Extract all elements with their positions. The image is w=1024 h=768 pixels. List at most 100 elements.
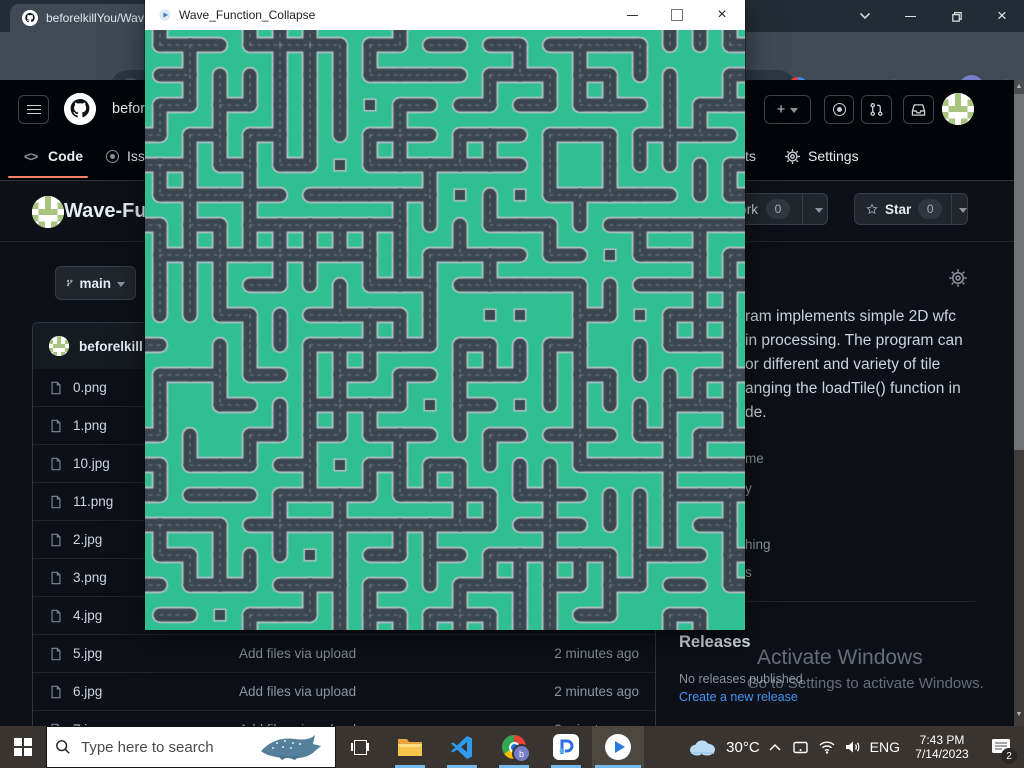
sketch-play-icon: [605, 734, 631, 760]
whale-shark-image: [255, 731, 327, 763]
about-gear-icon[interactable]: [948, 268, 968, 288]
start-button[interactable]: [0, 726, 46, 768]
tab-search-chevron-icon[interactable]: [850, 4, 880, 28]
taskbar-chrome[interactable]: b: [488, 726, 540, 768]
commit-time: 2 minutes ago: [554, 684, 639, 699]
pull-requests-button[interactable]: [861, 95, 892, 124]
scrollbar-track-lower[interactable]: [1014, 450, 1024, 726]
taskbar-processing[interactable]: [540, 726, 592, 768]
repo-avatar: [32, 196, 64, 228]
pull-request-icon: [869, 102, 884, 117]
repo-title[interactable]: Wave-Fu: [64, 200, 147, 223]
activate-windows-watermark: Activate Windows: [757, 646, 923, 670]
file-name[interactable]: 3.png: [73, 570, 107, 585]
tab-insights-fragment[interactable]: ts: [745, 148, 756, 164]
star-button[interactable]: Star 0: [854, 193, 968, 225]
tab-issues[interactable]: Iss: [127, 148, 145, 164]
tray-chevron-up-icon[interactable]: [769, 743, 783, 751]
tab-settings[interactable]: Settings: [808, 148, 859, 164]
browser-close-button[interactable]: ×: [987, 4, 1017, 28]
sidebar-link-readme[interactable]: me: [745, 451, 764, 466]
code-icon: <>: [24, 149, 37, 164]
file-icon: [49, 380, 63, 396]
file-name[interactable]: 6.jpg: [73, 684, 102, 699]
commit-message[interactable]: Add files via upload: [239, 684, 554, 699]
about-text-line: de.: [745, 404, 767, 422]
activate-windows-watermark-sub: Go to Settings to activate Windows.: [747, 675, 984, 692]
global-issues-button[interactable]: [824, 95, 854, 124]
taskbar: b 30°C: [0, 726, 1024, 768]
commit-author[interactable]: beforelkill: [79, 339, 143, 354]
page-scrollbar[interactable]: ▲ ▼: [1014, 80, 1024, 726]
system-tray: 30°C ENG 7:43 PM 7/14/2023 2: [687, 726, 1024, 768]
device-icon[interactable]: [792, 740, 809, 755]
create-new-button[interactable]: +: [764, 95, 811, 124]
wifi-icon[interactable]: [818, 740, 836, 754]
taskbar-clock[interactable]: 7:43 PM 7/14/2023: [909, 733, 975, 761]
create-release-link[interactable]: Create a new release: [679, 690, 798, 704]
file-name[interactable]: 2.jpg: [73, 532, 102, 547]
browser-restore-button[interactable]: [941, 4, 971, 28]
commit-message[interactable]: Add files via upload: [239, 646, 554, 661]
taskbar-wfc-sketch-active[interactable]: [592, 726, 644, 768]
clock-date: 7/14/2023: [909, 747, 975, 761]
wfc-window-titlebar[interactable]: Wave_Function_Collapse ×: [145, 0, 745, 30]
sidebar-divider: [745, 601, 975, 602]
github-logo[interactable]: [64, 93, 96, 125]
file-name[interactable]: 5.jpg: [73, 646, 102, 661]
screen: beforelkillYou/Wav × ← →: [0, 0, 1024, 768]
taskbar-vscode[interactable]: [436, 726, 488, 768]
active-tab-underline: [8, 176, 88, 178]
branch-selector-button[interactable]: main: [55, 266, 136, 300]
about-text-line: ram implements simple 2D wfc: [745, 308, 956, 326]
branch-icon: [66, 276, 73, 290]
user-avatar[interactable]: [942, 93, 974, 125]
star-label: Star: [885, 202, 911, 217]
wfc-app-window: Wave_Function_Collapse ×: [145, 0, 745, 630]
hamburger-menu-button[interactable]: [18, 95, 49, 124]
file-name[interactable]: 11.png: [73, 494, 113, 509]
temperature[interactable]: 30°C: [726, 739, 760, 756]
taskbar-search[interactable]: [46, 726, 336, 768]
search-icon: [55, 739, 71, 755]
scrollbar-thumb[interactable]: [1014, 94, 1024, 450]
weather-cloud-icon[interactable]: [687, 737, 717, 757]
breadcrumb-org[interactable]: befor: [112, 101, 145, 117]
github-favicon-icon: [22, 10, 38, 26]
notification-center-button[interactable]: 2: [984, 726, 1018, 768]
issues-icon: [106, 150, 119, 163]
clock-time: 7:43 PM: [909, 733, 975, 747]
commit-author-avatar: [49, 336, 69, 356]
volume-icon[interactable]: [845, 740, 861, 754]
file-name[interactable]: 1.png: [73, 418, 107, 433]
wfc-minimize-button[interactable]: [617, 0, 647, 30]
tab-code[interactable]: Code: [48, 148, 83, 164]
file-icon: [49, 646, 63, 662]
browser-minimize-button[interactable]: [895, 4, 925, 28]
wfc-canvas: [145, 30, 745, 630]
wfc-maximize-button[interactable]: [662, 0, 692, 30]
file-name[interactable]: 10.jpg: [73, 456, 110, 471]
file-name[interactable]: 0.png: [73, 380, 107, 395]
task-view-button[interactable]: [336, 726, 384, 768]
taskbar-file-explorer[interactable]: [384, 726, 436, 768]
file-icon: [49, 684, 63, 700]
sidebar-link-watching[interactable]: hing: [745, 537, 771, 552]
file-icon: [49, 532, 63, 548]
releases-heading[interactable]: Releases: [679, 633, 751, 652]
chrome-profile-badge: b: [512, 744, 531, 763]
language-indicator[interactable]: ENG: [870, 739, 900, 755]
file-name[interactable]: 4.jpg: [73, 608, 102, 623]
vscode-icon: [450, 735, 474, 759]
sidebar-link-activity[interactable]: y: [745, 481, 752, 496]
file-row: 6.jpg Add files via upload 2 minutes ago: [33, 672, 655, 710]
tab-title: beforelkillYou/Wav: [46, 11, 144, 25]
inbox-icon: [911, 103, 926, 117]
scrollbar-up-arrow[interactable]: ▲: [1014, 80, 1024, 92]
sidebar-link-forks[interactable]: s: [745, 565, 752, 580]
search-input[interactable]: [79, 738, 233, 757]
inbox-button[interactable]: [903, 95, 934, 124]
scrollbar-down-arrow[interactable]: ▼: [1014, 708, 1024, 720]
notification-count-badge: 2: [1001, 748, 1017, 764]
wfc-close-button[interactable]: ×: [707, 0, 737, 30]
